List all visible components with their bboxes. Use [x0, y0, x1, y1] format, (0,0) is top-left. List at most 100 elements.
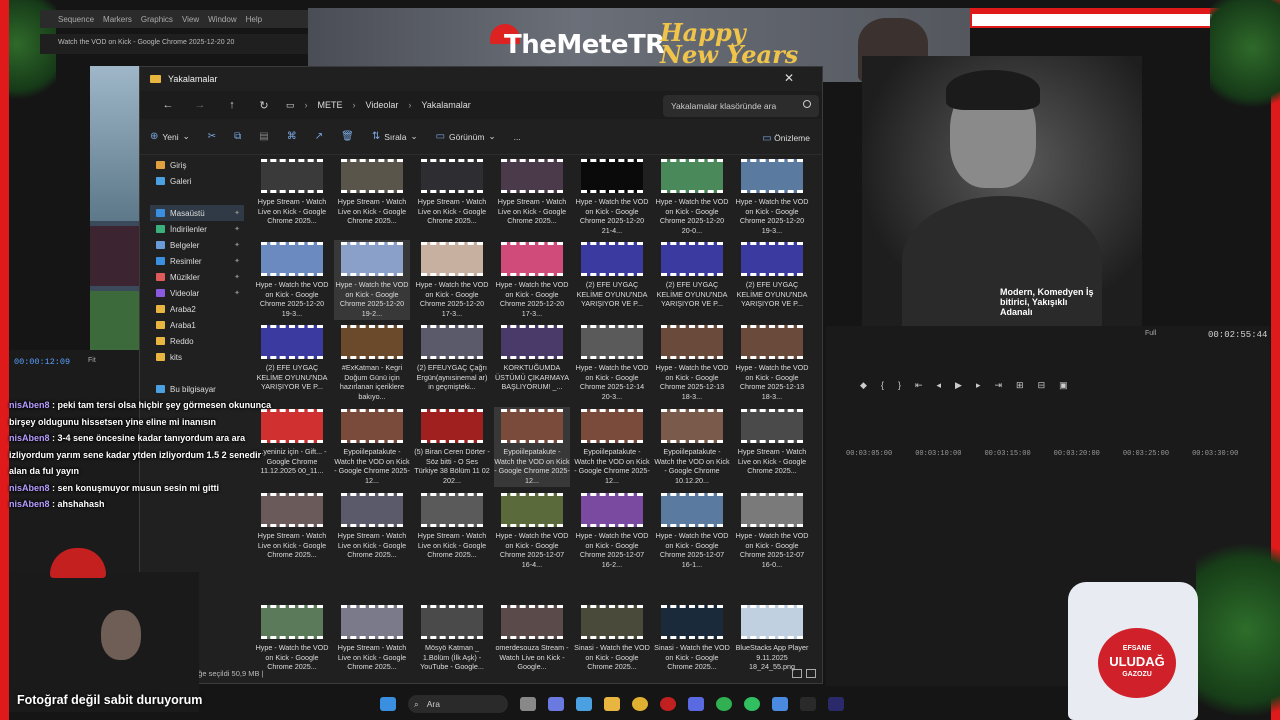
file-tile[interactable]: (5) Biran Ceren Dörter - Söz bitti - O S… — [414, 407, 490, 487]
file-tile[interactable]: KORKTUĞUMDA ÜSTÜMÜ ÇIKARMAYA BAŞLIYORUM!… — [494, 323, 570, 403]
premiere-pro-icon[interactable] — [828, 697, 844, 711]
file-tile[interactable]: Eypoiilepatakute - Watch the VOD on Kick… — [654, 407, 730, 487]
menu-markers[interactable]: Markers — [103, 15, 132, 24]
breadcrumb-item[interactable]: Videolar — [366, 100, 399, 110]
sidebar-item[interactable]: Galeri — [150, 173, 244, 189]
discord-icon[interactable] — [688, 697, 704, 711]
file-tile[interactable]: Eypoiilepatakute - Watch the VOD on Kick… — [574, 407, 650, 487]
zoom-select[interactable]: Full — [1145, 330, 1156, 337]
sidebar-item[interactable]: Giriş — [150, 157, 244, 173]
chrome-icon[interactable] — [632, 697, 648, 711]
spotify-icon[interactable] — [744, 697, 760, 711]
details-view-icon[interactable] — [792, 669, 802, 678]
edge-icon[interactable] — [576, 697, 592, 711]
file-tile[interactable]: #ExKatman - Kegri Doğum Günü için hazırl… — [334, 323, 410, 403]
refresh-icon[interactable]: ↻ — [248, 99, 280, 112]
app-icon[interactable] — [800, 697, 816, 711]
opera-icon[interactable] — [660, 697, 676, 711]
sidebar-item[interactable]: Bu bilgisayar — [150, 381, 244, 397]
file-tile[interactable]: Hype - Watch the VOD on Kick - Google Ch… — [734, 157, 810, 237]
file-tile[interactable]: Hype Stream - Watch Live on Kick - Googl… — [494, 157, 570, 237]
sidebar-item[interactable]: Araba2 — [150, 301, 244, 317]
file-explorer-icon[interactable] — [604, 697, 620, 711]
share-icon[interactable]: ↗ — [315, 131, 323, 142]
step-forward-icon[interactable]: ▸ — [976, 380, 981, 391]
file-tile[interactable]: (2) EFE UYGAÇ KELİME OYUNU'NDA YARIŞIYOR… — [734, 240, 810, 320]
file-tile[interactable]: Hype Stream - Watch Live on Kick - Googl… — [414, 157, 490, 237]
file-tile[interactable]: (2) EFE UYGAÇ KELİME OYUNU'NDA YARIŞIYOR… — [654, 240, 730, 320]
file-tile[interactable]: (2) EFEUYGAÇ Çağrı Ergün(aynısinemal ar)… — [414, 323, 490, 403]
search-input[interactable]: Yakalamalar klasöründe ara — [663, 95, 819, 117]
file-tile[interactable]: Hype - Watch the VOD on Kick - Google Ch… — [334, 240, 410, 320]
sidebar-item[interactable]: Araba1 — [150, 317, 244, 333]
taskbar-search[interactable]: ⌕ Ara — [408, 695, 508, 713]
overwrite-icon[interactable]: ⊟ — [1038, 380, 1046, 391]
paste-icon[interactable]: ▤ — [259, 131, 268, 142]
go-to-out-icon[interactable]: ⇥ — [994, 380, 1002, 391]
step-back-icon[interactable]: ◂ — [937, 380, 942, 391]
sidebar-item[interactable]: Masaüstü ✦ — [150, 205, 244, 221]
menu-graphics[interactable]: Graphics — [141, 15, 173, 24]
file-tile[interactable]: Hype - Watch the VOD on Kick - Google Ch… — [574, 491, 650, 571]
view-button[interactable]: ▭ Görünüm ⌄ — [436, 131, 496, 142]
file-tile[interactable]: Hype - Watch the VOD on Kick - Google Ch… — [494, 240, 570, 320]
sidebar-item[interactable]: Müzikler ✦ — [150, 269, 244, 285]
delete-icon[interactable]: 🗑 — [341, 131, 354, 142]
up-icon[interactable]: ↑ — [216, 99, 248, 111]
store-icon[interactable] — [772, 697, 788, 711]
file-tile[interactable]: Hype - Watch the VOD on Kick - Google Ch… — [734, 491, 810, 571]
tiles-view-icon[interactable] — [806, 669, 816, 678]
preview-button[interactable]: ▭ Önizleme — [762, 133, 810, 144]
file-tile[interactable]: Hype Stream - Watch Live on Kick - Googl… — [334, 491, 410, 571]
sidebar-item[interactable]: Reddo — [150, 333, 244, 349]
sidebar-item[interactable]: İndirilenler ✦ — [150, 221, 244, 237]
windows-start-icon[interactable] — [380, 697, 396, 711]
in-point-icon[interactable]: { — [881, 380, 884, 391]
menu-sequence[interactable]: Sequence — [58, 15, 94, 24]
cut-icon[interactable]: ✂ — [208, 131, 216, 142]
file-tile[interactable]: Eypoiilepatakute - Watch the VOD on Kick… — [494, 407, 570, 487]
sidebar-item[interactable]: Resimler ✦ — [150, 253, 244, 269]
file-tile[interactable]: Eypoiilepatakute - Watch the VOD on Kick… — [334, 407, 410, 487]
file-tile[interactable]: Hype - Watch the VOD on Kick - Google Ch… — [734, 323, 810, 403]
file-tile[interactable]: Hype - Watch the VOD on Kick - Google Ch… — [654, 491, 730, 571]
file-tile[interactable]: Hype - Watch the VOD on Kick - Google Ch… — [654, 157, 730, 237]
file-tile[interactable]: Hype - Watch the VOD on Kick - Google Ch… — [494, 491, 570, 571]
copy-icon[interactable]: ⧉ — [234, 131, 241, 142]
file-tile[interactable]: (2) EFE UYGAÇ KELİME OYUNU'NDA YARIŞIYOR… — [254, 323, 330, 403]
sidebar-item[interactable]: Belgeler ✦ — [150, 237, 244, 253]
export-frame-icon[interactable]: ▣ — [1059, 380, 1068, 391]
marker-icon[interactable]: ◆ — [860, 380, 867, 391]
breadcrumb-item[interactable]: Yakalamalar — [421, 100, 470, 110]
whatsapp-icon[interactable] — [716, 697, 732, 711]
file-tile[interactable]: Hype Stream - Watch Live on Kick - Googl… — [734, 407, 810, 487]
file-tile[interactable]: Hype - Watch the VOD on Kick - Google Ch… — [574, 157, 650, 237]
sidebar-item[interactable]: kits — [150, 349, 244, 365]
close-icon[interactable]: ✕ — [784, 71, 794, 85]
file-tile[interactable]: Hype - Watch the VOD on Kick - Google Ch… — [414, 240, 490, 320]
go-to-in-icon[interactable]: ⇤ — [915, 380, 923, 391]
sidebar-item[interactable]: Videolar ✦ — [150, 285, 244, 301]
breadcrumb-item[interactable]: METE — [318, 100, 343, 110]
menu-view[interactable]: View — [182, 15, 199, 24]
menu-help[interactable]: Help — [246, 15, 262, 24]
file-tile[interactable]: Hype Stream - Watch Live on Kick - Googl… — [414, 491, 490, 571]
premiere-source-tab[interactable]: Watch the VOD on Kick - Google Chrome 20… — [40, 34, 308, 54]
rename-icon[interactable]: ⌘ — [287, 131, 297, 142]
file-tile[interactable]: Hype - Watch the VOD on Kick - Google Ch… — [654, 323, 730, 403]
file-tile[interactable]: (2) EFE UYGAÇ KELİME OYUNU'NDA YARIŞIYOR… — [574, 240, 650, 320]
file-tile[interactable]: Hype Stream - Watch Live on Kick - Googl… — [334, 157, 410, 237]
file-tile[interactable]: Hype - Watch the VOD on Kick - Google Ch… — [254, 240, 330, 320]
file-tile[interactable]: Hype - Watch the VOD on Kick - Google Ch… — [574, 323, 650, 403]
play-icon[interactable]: ▶ — [955, 380, 962, 391]
menu-window[interactable]: Window — [208, 15, 236, 24]
insert-icon[interactable]: ⊞ — [1016, 380, 1024, 391]
forward-icon[interactable]: → — [184, 99, 216, 111]
fit-select[interactable]: Fit — [88, 357, 96, 364]
more-button[interactable]: ... — [514, 132, 521, 142]
task-view-icon[interactable] — [520, 697, 536, 711]
new-button[interactable]: ⊕ Yeni ⌄ — [150, 131, 190, 142]
back-icon[interactable]: ← — [152, 99, 184, 111]
sort-button[interactable]: ⇅ Sırala ⌄ — [372, 131, 418, 142]
out-point-icon[interactable]: } — [898, 380, 901, 391]
